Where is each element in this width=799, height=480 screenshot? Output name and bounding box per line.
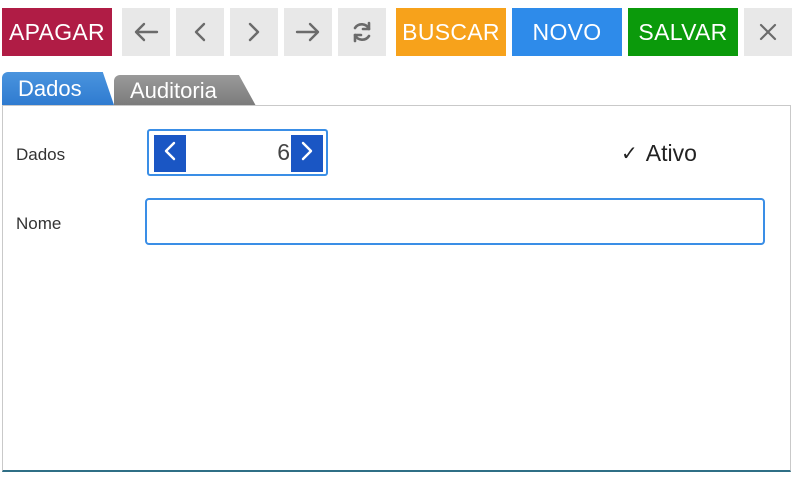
arrow-left-icon — [133, 21, 159, 43]
delete-button-label: APAGAR — [9, 18, 105, 45]
toolbar: APAGAR BUSCAR NOVO SALVAR — [0, 0, 799, 62]
stepper-decrement-button[interactable] — [154, 135, 186, 172]
close-button[interactable] — [744, 8, 792, 56]
new-button[interactable]: NOVO — [512, 8, 622, 56]
next-record-button[interactable] — [230, 8, 278, 56]
record-stepper[interactable]: 6 — [147, 129, 328, 176]
tab-dados-label: Dados — [18, 75, 82, 101]
tab-auditoria-label: Auditoria — [130, 77, 217, 103]
stepper-value[interactable]: 6 — [277, 139, 290, 166]
refresh-button[interactable] — [338, 8, 386, 56]
close-icon — [758, 22, 778, 42]
tab-dados[interactable]: Dados — [2, 72, 114, 105]
arrow-right-icon — [295, 21, 321, 43]
chevron-right-icon — [247, 21, 261, 43]
tab-auditoria[interactable]: Auditoria — [114, 75, 256, 106]
new-button-label: NOVO — [532, 18, 602, 45]
form-panel: Dados 6 ✓ Ativo Nome — [2, 105, 791, 472]
last-record-button[interactable] — [284, 8, 332, 56]
id-label: Dados — [16, 145, 66, 164]
refresh-icon — [350, 20, 374, 44]
checkmark-icon: ✓ — [621, 143, 638, 165]
first-record-button[interactable] — [122, 8, 170, 56]
chevron-left-icon — [193, 21, 207, 43]
previous-record-button[interactable] — [176, 8, 224, 56]
save-button[interactable]: SALVAR — [628, 8, 738, 56]
stepper-increment-button[interactable] — [291, 135, 323, 172]
delete-button[interactable]: APAGAR — [2, 8, 112, 56]
name-input[interactable] — [145, 198, 765, 245]
search-button[interactable]: BUSCAR — [396, 8, 506, 56]
tab-bar: Dados Auditoria — [0, 72, 799, 106]
active-checkbox-label: Ativo — [645, 140, 697, 166]
save-button-label: SALVAR — [638, 18, 728, 45]
chevron-right-icon — [300, 140, 314, 167]
search-button-label: BUSCAR — [402, 18, 500, 45]
name-label: Nome — [16, 214, 62, 233]
chevron-left-icon — [163, 140, 177, 167]
active-checkbox[interactable]: ✓ Ativo — [621, 140, 697, 167]
